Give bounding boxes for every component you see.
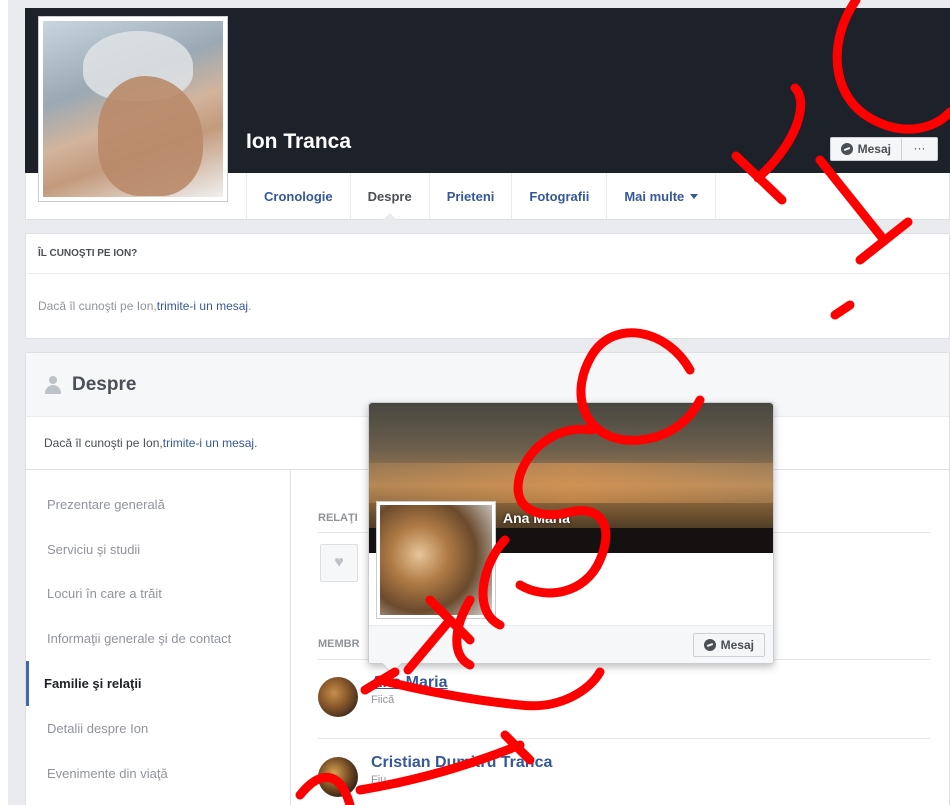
messenger-icon	[703, 639, 716, 651]
nav-work-education[interactable]: Serviciu şi studii	[26, 527, 290, 572]
family-member-row: Ana Maria Fiică	[318, 674, 930, 744]
know-him-text: Dacă îl cunoşti pe Ion, trimite-i un mes…	[38, 299, 252, 313]
more-options-button[interactable]: ···	[902, 137, 938, 161]
member-avatar[interactable]	[318, 757, 358, 797]
divider	[318, 738, 930, 739]
caret-down-icon	[690, 193, 699, 199]
member-relation: Fiu	[371, 774, 387, 786]
hovercard-message-button[interactable]: Mesaj	[692, 633, 765, 657]
messenger-icon	[840, 143, 853, 155]
cover-actions: Mesaj ···	[829, 137, 938, 161]
tab-photos[interactable]: Fotografii	[512, 173, 608, 219]
member-avatar[interactable]	[318, 677, 358, 717]
nav-contact-info[interactable]: Informaţii generale şi de contact	[26, 616, 290, 661]
tab-friends[interactable]: Prieteni	[430, 173, 513, 219]
profile-name[interactable]: Ion Tranca	[246, 130, 351, 154]
nav-details[interactable]: Detalii despre Ion	[26, 706, 290, 751]
left-gutter	[0, 0, 8, 805]
about-title: Despre	[72, 373, 137, 395]
profile-picture[interactable]	[38, 16, 228, 202]
family-members-heading: MEMBR	[318, 638, 360, 650]
member-name-link[interactable]: Cristian Dumitru Tranca	[371, 754, 552, 772]
family-member-row: Cristian Dumitru Tranca Fiu	[318, 754, 930, 805]
heart-icon[interactable]: ♥	[320, 544, 358, 582]
hovercard-avatar[interactable]	[376, 501, 496, 619]
profile-photo	[43, 21, 223, 197]
nav-life-events[interactable]: Evenimente din viaţă	[26, 751, 290, 796]
profile-tabs: Cronologie Despre Prieteni Fotografii Ma…	[246, 173, 717, 220]
tab-timeline[interactable]: Cronologie	[247, 173, 351, 219]
nav-family-relationships[interactable]: Familie şi relaţii	[26, 661, 290, 706]
profile-hovercard: Ana Maria Mesaj	[368, 402, 774, 674]
nav-places-lived[interactable]: Locuri în care a trăit	[26, 572, 290, 617]
hovercard-message-label: Mesaj	[720, 638, 754, 652]
member-name-link[interactable]: Ana Maria	[371, 674, 447, 692]
hovercard-avatar-photo	[380, 505, 492, 615]
nav-overview[interactable]: Prezentare generală	[26, 482, 290, 527]
hovercard-name[interactable]: Ana Maria	[503, 510, 570, 526]
message-button[interactable]: Mesaj	[829, 137, 902, 161]
about-send-message-link[interactable]: trimite-i un mesaj	[163, 436, 254, 450]
hovercard-footer: Mesaj	[369, 625, 773, 663]
relationship-heading: RELAŢI	[318, 512, 358, 524]
about-nav: Prezentare generală Serviciu şi studii L…	[26, 470, 291, 805]
member-relation: Fiică	[371, 694, 395, 706]
send-message-link[interactable]: trimite-i un mesaj	[157, 299, 248, 313]
message-button-label: Mesaj	[857, 142, 891, 156]
know-him-heading: ÎL CUNOŞTI PE ION?	[26, 234, 949, 274]
person-icon	[44, 375, 62, 394]
tab-about[interactable]: Despre	[351, 173, 430, 220]
know-him-card: ÎL CUNOŞTI PE ION? Dacă îl cunoşti pe Io…	[25, 233, 950, 339]
tab-more[interactable]: Mai multe	[607, 173, 717, 219]
